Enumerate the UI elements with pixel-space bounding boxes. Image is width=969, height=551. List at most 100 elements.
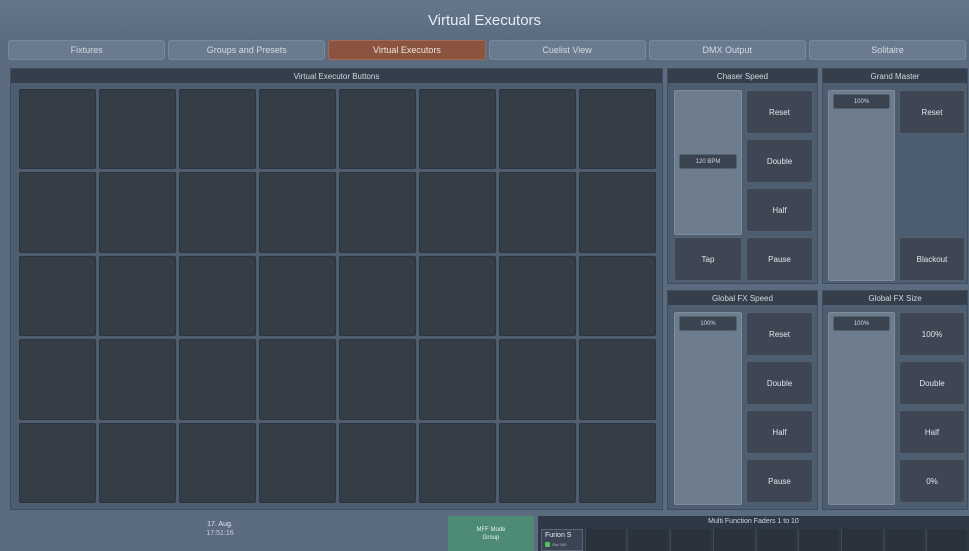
fx-speed-reset-button[interactable]: Reset [746, 312, 813, 356]
virtual-executor-button[interactable] [179, 255, 256, 337]
virtual-executor-button[interactable] [579, 255, 656, 337]
virtual-executor-button[interactable] [99, 339, 176, 420]
virtual-executor-button[interactable] [579, 339, 656, 420]
virtual-executor-panel: Virtual Executor Buttons [10, 68, 663, 510]
virtual-executor-button[interactable] [579, 172, 656, 253]
mff-slot-name: Furion S [545, 532, 572, 539]
virtual-executor-button[interactable] [259, 89, 336, 170]
virtual-executor-button[interactable] [259, 172, 336, 253]
tab-solitaire[interactable]: Solitaire [808, 40, 967, 60]
mff-mode-button[interactable]: MFF Mode Group [448, 516, 534, 551]
global-fx-size-title: Global FX Size [823, 291, 967, 305]
grand-master-value[interactable]: 100% [833, 94, 890, 109]
chaser-half-button[interactable]: Half [746, 188, 813, 232]
global-fx-size-value[interactable]: 100% [833, 316, 890, 331]
mff-slot[interactable] [883, 529, 925, 551]
virtual-executor-button[interactable] [259, 339, 336, 420]
virtual-executor-button[interactable] [259, 422, 336, 503]
global-fx-speed-fader[interactable]: 100% [674, 312, 742, 505]
mff-slot[interactable] [712, 529, 754, 551]
virtual-executor-button[interactable] [179, 422, 256, 503]
blackout-button[interactable]: Blackout [899, 237, 965, 281]
fx-speed-double-button[interactable]: Double [746, 361, 813, 405]
virtual-executor-button[interactable] [339, 172, 416, 253]
global-fx-size-fader[interactable]: 100% [828, 312, 895, 505]
virtual-executor-button[interactable] [19, 89, 96, 170]
tab-virtual-executors[interactable]: Virtual Executors [328, 40, 486, 60]
fx-size-zero-button[interactable]: 0% [899, 459, 965, 503]
global-fx-speed-value[interactable]: 100% [679, 316, 737, 331]
chaser-speed-title: Chaser Speed [668, 69, 817, 83]
virtual-executor-button[interactable] [419, 89, 496, 170]
virtual-executor-button[interactable] [19, 339, 96, 420]
chaser-pause-button[interactable]: Pause [746, 237, 813, 281]
mff-slot-sub: Grp 100 [545, 542, 566, 547]
virtual-executor-button[interactable] [99, 172, 176, 253]
mff-slot[interactable]: Furion S Grp 100 [541, 529, 583, 551]
date-label: 17. Aug. [207, 521, 233, 528]
mff-slot[interactable] [840, 529, 882, 551]
virtual-executor-button[interactable] [99, 422, 176, 503]
virtual-executor-button[interactable] [419, 339, 496, 420]
virtual-executor-button[interactable] [579, 422, 656, 503]
chaser-reset-button[interactable]: Reset [746, 90, 813, 134]
virtual-executor-button[interactable] [19, 172, 96, 253]
global-fx-speed-panel: Global FX Speed 100% Reset Double Half P… [667, 290, 818, 510]
virtual-executor-button[interactable] [499, 339, 576, 420]
virtual-executor-button[interactable] [499, 172, 576, 253]
tab-fixtures[interactable]: Fixtures [8, 40, 166, 60]
fx-size-100-button[interactable]: 100% [899, 312, 965, 356]
grand-master-fader[interactable]: 100% [828, 90, 895, 281]
time-label: 17:51:16 [206, 530, 234, 537]
virtual-executor-button[interactable] [179, 89, 256, 170]
mff-slot-row: Furion S Grp 100 [541, 529, 968, 551]
chaser-tap-button[interactable]: Tap [674, 237, 742, 281]
chaser-speed-value[interactable]: 120 BPM [679, 154, 737, 169]
virtual-executor-button[interactable] [499, 422, 576, 503]
virtual-executor-button[interactable] [339, 89, 416, 170]
virtual-executor-button[interactable] [99, 255, 176, 337]
fx-speed-half-button[interactable]: Half [746, 410, 813, 454]
grand-master-panel: Grand Master 100% Reset Blackout [822, 68, 968, 284]
mff-slot-group: Grp 100 [552, 542, 567, 547]
virtual-executor-button[interactable] [339, 339, 416, 420]
mff-slot[interactable] [627, 529, 669, 551]
global-fx-size-panel: Global FX Size 100% 100% Double Half 0% [822, 290, 968, 510]
virtual-executor-button[interactable] [19, 422, 96, 503]
tab-dmx-output[interactable]: DMX Output [648, 40, 806, 60]
grand-master-title: Grand Master [823, 69, 967, 83]
virtual-executor-button[interactable] [419, 172, 496, 253]
virtual-executor-grid [19, 89, 656, 503]
chaser-speed-fader[interactable]: 120 BPM [674, 90, 742, 235]
virtual-executor-button[interactable] [419, 422, 496, 503]
virtual-executor-button[interactable] [499, 89, 576, 170]
fx-size-double-button[interactable]: Double [899, 361, 965, 405]
tab-groups-and-presets[interactable]: Groups and Presets [168, 40, 326, 60]
virtual-executor-button[interactable] [179, 339, 256, 420]
mff-slot[interactable] [755, 529, 797, 551]
virtual-executor-button[interactable] [419, 255, 496, 337]
fx-size-half-button[interactable]: Half [899, 410, 965, 454]
chaser-speed-panel: Chaser Speed 120 BPM Reset Double Half T… [667, 68, 818, 284]
chaser-double-button[interactable]: Double [746, 139, 813, 183]
virtual-executor-button[interactable] [179, 172, 256, 253]
tab-cuelist-view[interactable]: Cuelist View [488, 40, 646, 60]
virtual-executor-button[interactable] [339, 422, 416, 503]
tab-bar: Fixtures Groups and Presets Virtual Exec… [8, 40, 967, 60]
virtual-executor-button[interactable] [19, 255, 96, 337]
mff-slot[interactable] [584, 529, 626, 551]
virtual-executor-button[interactable] [339, 255, 416, 337]
virtual-executor-button[interactable] [579, 89, 656, 170]
fx-speed-pause-button[interactable]: Pause [746, 459, 813, 503]
virtual-executor-button[interactable] [499, 255, 576, 337]
mff-slot[interactable] [798, 529, 839, 551]
mff-slot[interactable] [670, 529, 711, 551]
mff-mode-label: MFF Mode [476, 526, 506, 533]
virtual-executor-button[interactable] [99, 89, 176, 170]
virtual-executor-button[interactable] [259, 255, 336, 337]
global-fx-speed-title: Global FX Speed [668, 291, 817, 305]
mff-slot[interactable] [926, 529, 968, 551]
grand-master-reset-button[interactable]: Reset [899, 90, 965, 134]
multi-function-faders: Multi Function Faders 1 to 10 Furion S G… [538, 516, 969, 551]
status-dot-icon [545, 542, 550, 547]
